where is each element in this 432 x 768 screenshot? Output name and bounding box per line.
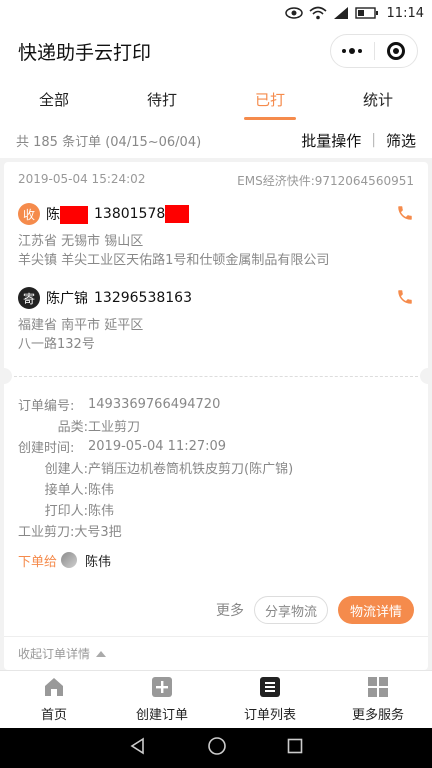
order-card-header: 2019-05-04 15:24:02 EMS经济快件:971206456095… — [18, 172, 414, 189]
taker-value: 陈伟 — [88, 483, 115, 498]
order-tabs: 全部 待打 已打 统计 — [0, 76, 432, 122]
divider: | — [371, 132, 376, 148]
call-sender-icon[interactable] — [396, 288, 414, 310]
card-notch — [420, 368, 432, 384]
receiver-phone: 13801578 — [94, 205, 190, 223]
home-icon — [43, 676, 65, 698]
status-time: 11:14 — [386, 5, 424, 21]
system-nav-bar — [0, 728, 432, 768]
more-button[interactable]: 更多 — [216, 600, 244, 620]
signal-icon — [333, 6, 349, 20]
detail-row: 创建人: 产销压边机卷筒机铁皮剪刀(陈广锦) — [18, 457, 414, 478]
back-icon[interactable] — [129, 737, 147, 759]
status-bar: 11:14 — [0, 0, 432, 26]
detail-row: 工业剪刀:大号3把 — [18, 520, 414, 541]
assign-label: 下单给 — [18, 554, 58, 570]
order-actions: 更多 分享物流 物流详情 — [216, 596, 414, 624]
more-menu-button[interactable] — [331, 35, 374, 67]
target-icon — [386, 42, 405, 60]
created-label: 创建时间: — [18, 441, 75, 456]
card-notch — [0, 368, 12, 384]
app-title: 快递助手云打印 — [18, 41, 152, 64]
detail-row: 品类: 工业剪刀 — [18, 415, 414, 436]
receiver-name: 陈 — [46, 204, 88, 224]
close-miniprogram-button[interactable] — [375, 35, 418, 67]
redaction-mark — [60, 206, 88, 224]
assignee-name: 陈伟 — [85, 554, 112, 570]
logistics-details-button[interactable]: 物流详情 — [337, 596, 414, 624]
order-no-label: 订单编号: — [18, 399, 75, 414]
creator-value: 产销压边机卷筒机铁皮剪刀(陈广锦) — [88, 462, 294, 477]
order-count: 共 185 条订单 (04/15~06/04) — [16, 134, 202, 150]
call-receiver-icon[interactable] — [396, 204, 414, 226]
tab-printed[interactable]: 已打 — [216, 76, 324, 122]
nav-order-list[interactable]: 订单列表 — [216, 671, 324, 728]
order-note: 工业剪刀:大号3把 — [18, 525, 122, 540]
order-list-icon — [259, 676, 281, 698]
more-dots-icon — [342, 48, 363, 54]
detail-row: 打印人: 陈伟 — [18, 499, 414, 520]
collapse-details-toggle[interactable]: 收起订单详情 — [4, 636, 428, 670]
created-value: 2019-05-04 11:27:09 — [88, 439, 227, 454]
printer-label: 打印人: — [44, 504, 88, 519]
app-header: 快递助手云打印 — [0, 26, 432, 76]
status-icons — [284, 6, 379, 20]
taker-label: 接单人: — [44, 483, 88, 498]
eye-icon — [284, 7, 303, 19]
recents-icon[interactable] — [287, 738, 303, 758]
nav-create-order[interactable]: 创建订单 — [108, 671, 216, 728]
bottom-nav: 首页 创建订单 订单列表 更多服务 — [0, 670, 432, 728]
nav-create-order-label: 创建订单 — [135, 708, 188, 723]
add-order-icon — [151, 676, 173, 698]
receiver-address: 羊尖镇 羊尖工业区天佑路1号和仕顿金属制品有限公司 — [18, 253, 330, 268]
creator-label: 创建人: — [44, 462, 88, 477]
miniprogram-capsule — [330, 34, 418, 68]
nav-order-list-label: 订单列表 — [243, 708, 296, 723]
sender-badge: 寄 — [18, 287, 40, 309]
assignee-row: 下单给 陈伟 — [18, 549, 414, 571]
grid-icon — [367, 676, 389, 698]
receiver-region: 江苏省 无锡市 锡山区 — [18, 234, 144, 249]
battery-icon — [354, 7, 379, 19]
redaction-mark — [165, 205, 190, 223]
detail-row: 创建时间: 2019-05-04 11:27:09 — [18, 436, 414, 457]
receiver-block: 收 陈 13801578 江苏省 无锡市 锡山区 羊尖镇 羊尖工业区天佑路1号和… — [18, 202, 414, 270]
tab-all[interactable]: 全部 — [0, 76, 108, 122]
order-details: 订单编号: 1493369766494720 品类: 工业剪刀 创建时间: 20… — [18, 394, 414, 571]
caret-up-icon — [96, 650, 107, 657]
filter-button[interactable]: 筛选 — [386, 130, 416, 151]
receiver-badge: 收 — [18, 203, 40, 225]
batch-operation-button[interactable]: 批量操作 — [301, 130, 361, 151]
detail-row: 接单人: 陈伟 — [18, 478, 414, 499]
nav-home-label: 首页 — [40, 708, 67, 723]
nav-more-services[interactable]: 更多服务 — [324, 671, 432, 728]
sender-region: 福建省 南平市 延平区 — [18, 318, 144, 333]
sender-name: 陈广锦 — [46, 291, 88, 307]
detail-row: 订单编号: 1493369766494720 — [18, 394, 414, 415]
sender-address: 八一路132号 — [18, 337, 95, 352]
sender-block: 寄 陈广锦 13296538163 福建省 南平市 延平区 八一路132号 — [18, 286, 414, 354]
order-no-value: 1493369766494720 — [88, 397, 221, 412]
tab-statistics[interactable]: 统计 — [324, 76, 432, 122]
share-logistics-button[interactable]: 分享物流 — [253, 596, 328, 624]
tab-pending[interactable]: 待打 — [108, 76, 216, 122]
wifi-icon — [309, 6, 327, 20]
tracking-number: EMS经济快件:9712064560951 — [237, 174, 414, 188]
home-circle-icon[interactable] — [207, 736, 227, 760]
order-datetime: 2019-05-04 15:24:02 — [18, 172, 146, 186]
dashed-divider — [14, 376, 418, 377]
collapse-label: 收起订单详情 — [18, 647, 91, 661]
order-summary-bar: 共 185 条订单 (04/15~06/04) 批量操作 | 筛选 — [0, 122, 432, 158]
category-label: 品类: — [57, 420, 88, 435]
category-value: 工业剪刀 — [88, 420, 141, 435]
nav-more-services-label: 更多服务 — [351, 708, 404, 723]
printer-value: 陈伟 — [88, 504, 115, 519]
avatar — [61, 552, 78, 568]
order-card: 2019-05-04 15:24:02 EMS经济快件:971206456095… — [0, 162, 432, 670]
sender-phone: 13296538163 — [94, 290, 192, 306]
nav-home[interactable]: 首页 — [0, 671, 108, 728]
